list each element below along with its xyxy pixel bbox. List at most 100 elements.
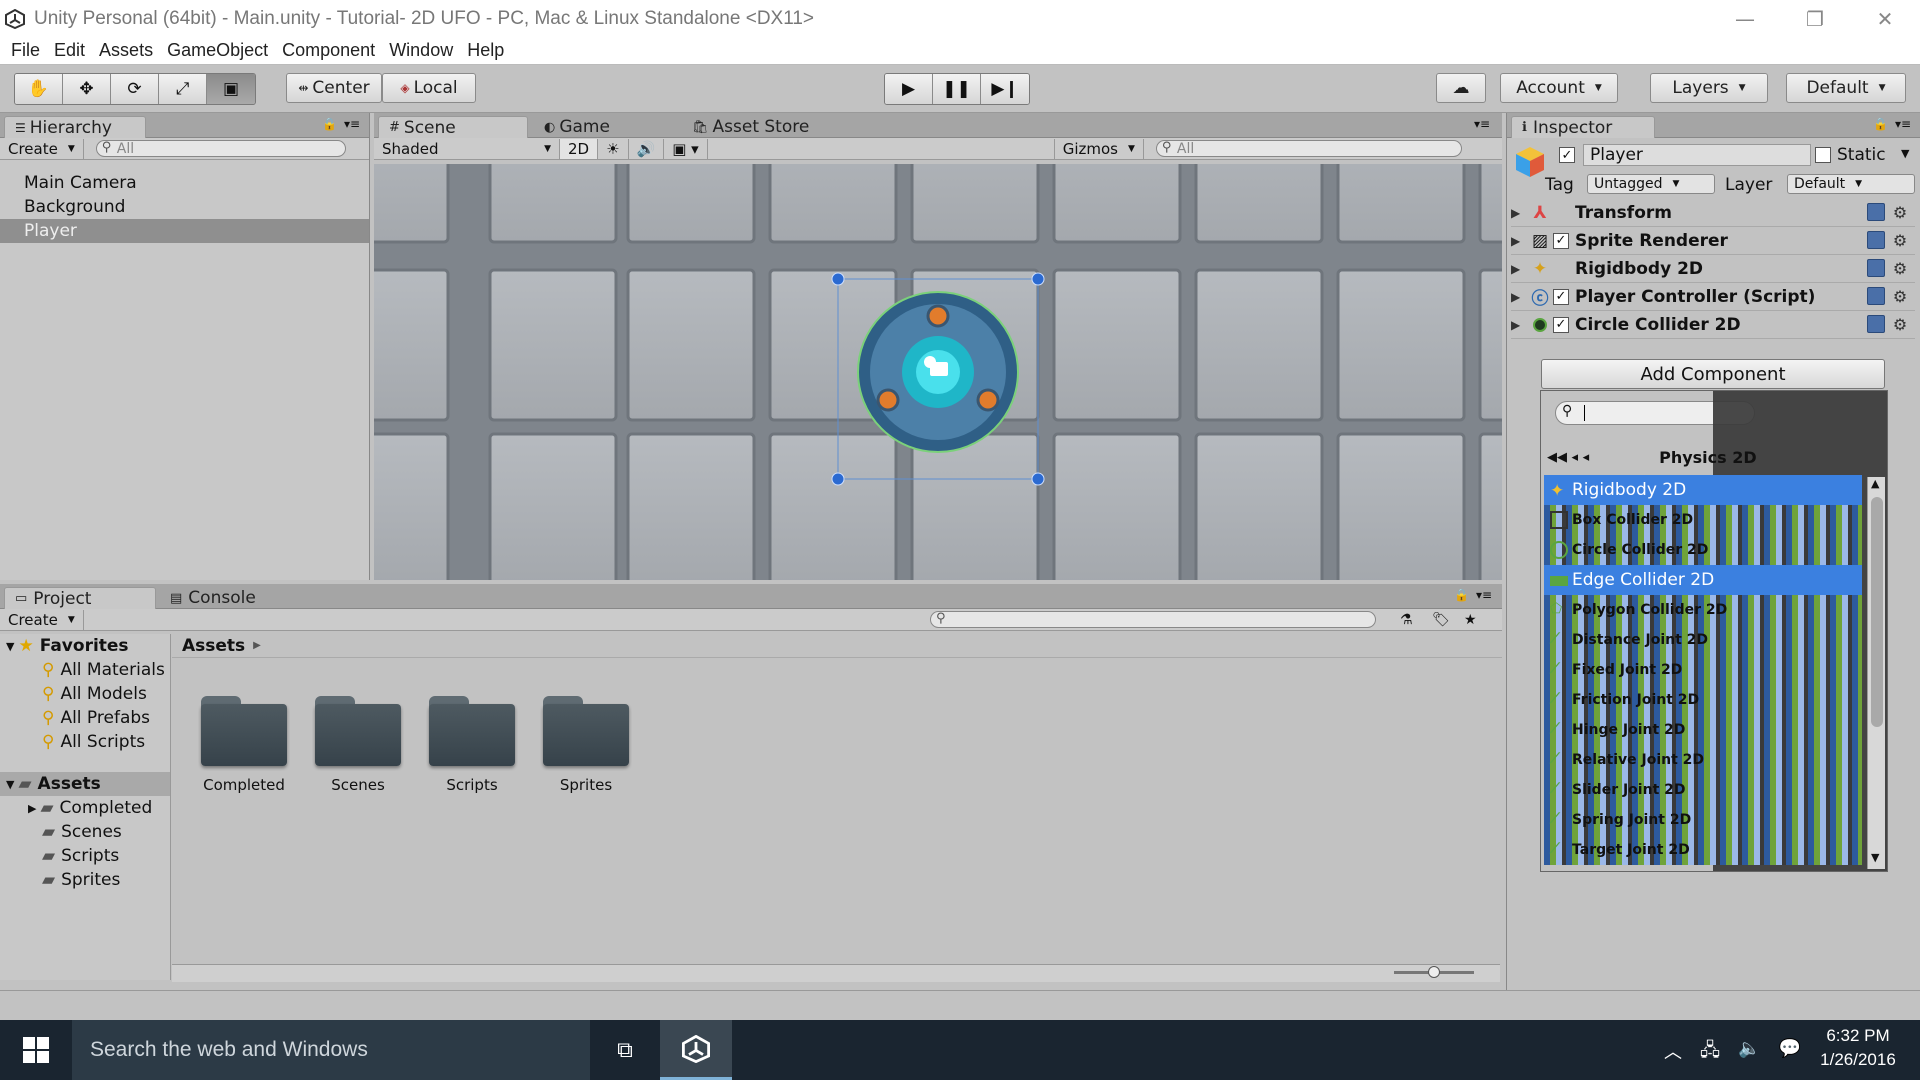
gear-icon[interactable]: ⚙ [1891, 287, 1909, 305]
expand-arrow-icon[interactable]: ▼ [6, 778, 14, 791]
menu-component[interactable]: Component [282, 40, 375, 61]
clock[interactable]: 6:32 PM 1/26/2016 [1810, 1026, 1906, 1070]
tag-dropdown[interactable]: Untagged [1587, 174, 1715, 194]
favorites-node[interactable]: ▼★Favorites [0, 634, 170, 658]
help-book-icon[interactable] [1867, 203, 1885, 221]
mode-2d-toggle[interactable]: 2D [560, 139, 598, 159]
filter-label-icon[interactable]: 🏷 [1432, 612, 1450, 628]
close-icon[interactable]: ✕ [1850, 0, 1920, 37]
asset-folder-scenes[interactable]: Scenes [308, 696, 408, 794]
popup-item-circle-collider-2d[interactable]: Circle Collider 2D [1544, 535, 1862, 565]
expand-arrow-icon[interactable]: ▶ [1511, 262, 1527, 276]
add-component-button[interactable]: Add Component [1541, 359, 1885, 389]
inspector-menu-icon[interactable]: ▾≡ [1895, 117, 1911, 131]
popup-item-box-collider-2d[interactable]: Box Collider 2D [1544, 505, 1862, 535]
favorite-all-prefabs[interactable]: ⚲All Prefabs [0, 706, 170, 730]
popup-item-hinge-joint-2d[interactable]: ⟋Hinge Joint 2D [1544, 715, 1862, 745]
project-create-button[interactable]: Create [0, 610, 84, 630]
account-dropdown[interactable]: Account [1500, 73, 1618, 103]
popup-item-fixed-joint-2d[interactable]: ⟋Fixed Joint 2D [1544, 655, 1862, 685]
tab-scene[interactable]: #Scene [378, 116, 528, 138]
help-book-icon[interactable] [1867, 287, 1885, 305]
restore-icon[interactable]: ❐ [1780, 0, 1850, 37]
play-icon[interactable]: ▶ [885, 74, 933, 104]
volume-icon[interactable]: 🔈 [1738, 1038, 1760, 1068]
tree-folder-completed[interactable]: ▶▰Completed [0, 796, 170, 820]
popup-item-relative-joint-2d[interactable]: ⟋Relative Joint 2D [1544, 745, 1862, 775]
tab-console[interactable]: ▤Console [160, 587, 270, 609]
hierarchy-item-player[interactable]: Player [0, 219, 369, 243]
popup-item-edge-collider-2d[interactable]: Edge Collider 2D [1544, 565, 1862, 595]
tree-folder-scripts[interactable]: ▰Scripts [0, 844, 170, 868]
favorite-all-materials[interactable]: ⚲All Materials [0, 658, 170, 682]
tab-project[interactable]: ▭Project [4, 587, 156, 609]
favorite-all-models[interactable]: ⚲All Models [0, 682, 170, 706]
unity-taskbar-icon[interactable] [660, 1020, 732, 1080]
static-dropdown-icon[interactable]: ▼ [1901, 147, 1909, 160]
tree-folder-scenes[interactable]: ▰Scenes [0, 820, 170, 844]
menu-window[interactable]: Window [389, 40, 453, 61]
layer-dropdown[interactable]: Default [1787, 174, 1915, 194]
scene-viewport[interactable] [374, 164, 1502, 580]
taskbar-search-input[interactable]: Search the web and Windows [72, 1020, 590, 1080]
audio-icon[interactable]: 🔊 [629, 139, 665, 159]
popup-item-spring-joint-2d[interactable]: ⟋Spring Joint 2D [1544, 805, 1862, 835]
lock-icon[interactable]: 🔒 [322, 117, 337, 131]
network-icon[interactable]: 🖧 [1700, 1038, 1720, 1068]
gizmos-dropdown[interactable]: Gizmos [1054, 139, 1144, 159]
popup-item-slider-joint-2d[interactable]: ⟋Slider Joint 2D [1544, 775, 1862, 805]
popup-item-target-joint-2d[interactable]: ⟋Target Joint 2D [1544, 835, 1862, 865]
component-player-controller[interactable]: ▶ ⓒ ✓ Player Controller (Script) ⚙ [1511, 283, 1915, 311]
pause-icon[interactable]: ❚❚ [933, 74, 981, 104]
menu-help[interactable]: Help [467, 40, 504, 61]
popup-item-rigidbody-2d[interactable]: ✦Rigidbody 2D [1544, 475, 1862, 505]
pivot-local-button[interactable]: ◈Local [382, 73, 476, 103]
rect-tool-icon[interactable]: ▣ [207, 74, 255, 104]
lighting-icon[interactable]: ☀ [598, 139, 628, 159]
notification-icon[interactable]: 💬 [1779, 1038, 1801, 1068]
component-rigidbody-2d[interactable]: ▶ ✦ Rigidbody 2D ⚙ [1511, 255, 1915, 283]
scale-tool-icon[interactable]: ⤢ [159, 74, 207, 104]
popup-scrollbar[interactable]: ▲ ▼ [1867, 477, 1885, 869]
help-book-icon[interactable] [1867, 259, 1885, 277]
rotate-tool-icon[interactable]: ⟳ [111, 74, 159, 104]
asset-folder-completed[interactable]: Completed [194, 696, 294, 794]
layout-dropdown[interactable]: Default [1786, 73, 1906, 103]
component-transform[interactable]: ▶ ⅄ Transform ⚙ [1511, 199, 1915, 227]
gear-icon[interactable]: ⚙ [1891, 259, 1909, 277]
minimize-icon[interactable]: — [1710, 0, 1780, 37]
gear-icon[interactable]: ⚙ [1891, 203, 1909, 221]
hierarchy-search-input[interactable]: All [96, 140, 346, 157]
hierarchy-item-background[interactable]: Background [0, 195, 369, 219]
help-book-icon[interactable] [1867, 231, 1885, 249]
static-checkbox[interactable] [1815, 147, 1831, 163]
popup-item-polygon-collider-2d[interactable]: ⬠Polygon Collider 2D [1544, 595, 1862, 625]
expand-arrow-icon[interactable]: ▼ [6, 640, 14, 653]
popup-item-friction-joint-2d[interactable]: ⟋Friction Joint 2D [1544, 685, 1862, 715]
panel-menu-icon[interactable]: ▾≡ [344, 117, 360, 131]
menu-file[interactable]: File [11, 40, 40, 61]
project-search-input[interactable] [930, 611, 1376, 628]
assets-node[interactable]: ▼▰Assets [0, 772, 170, 796]
layers-dropdown[interactable]: Layers [1650, 73, 1768, 103]
scrollbar-thumb[interactable] [1871, 497, 1883, 727]
favorite-star-icon[interactable]: ★ [1464, 612, 1477, 628]
slider-thumb[interactable] [1428, 966, 1440, 978]
scroll-up-icon[interactable]: ▲ [1871, 477, 1879, 490]
expand-arrow-icon[interactable]: ▶ [1511, 318, 1527, 332]
gear-icon[interactable]: ⚙ [1891, 231, 1909, 249]
project-menu-icon[interactable]: ▾≡ [1476, 588, 1492, 602]
hierarchy-create-button[interactable]: Create [0, 139, 84, 159]
popup-item-distance-joint-2d[interactable]: ⟋Distance Joint 2D [1544, 625, 1862, 655]
menu-gameobject[interactable]: GameObject [167, 40, 268, 61]
chevron-up-icon[interactable]: ︿ [1664, 1038, 1682, 1068]
tab-hierarchy[interactable]: ☰Hierarchy [4, 116, 146, 138]
breadcrumb-assets[interactable]: Assets [182, 636, 245, 656]
expand-arrow-icon[interactable]: ▶ [1511, 206, 1527, 220]
move-tool-icon[interactable]: ✥ [63, 74, 111, 104]
scene-search-input[interactable]: All [1156, 140, 1462, 157]
cloud-icon[interactable]: ☁ [1436, 73, 1486, 103]
inspector-lock-icon[interactable]: 🔒 [1873, 117, 1888, 131]
hierarchy-item-main-camera[interactable]: Main Camera [0, 171, 369, 195]
gear-icon[interactable]: ⚙ [1891, 315, 1909, 333]
